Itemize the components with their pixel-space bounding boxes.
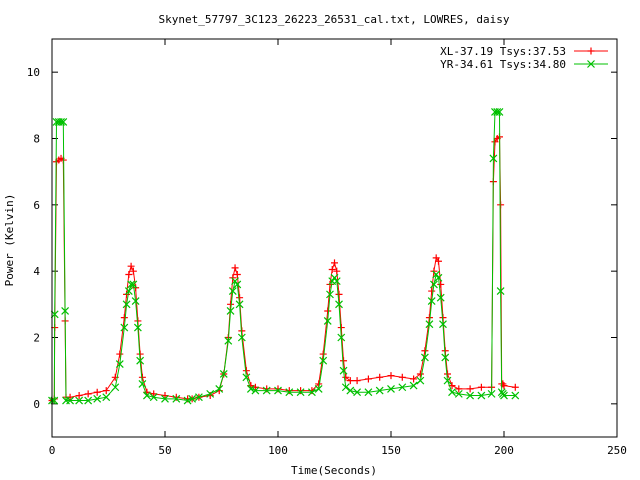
data-point bbox=[328, 266, 336, 274]
y-tick-label: 6 bbox=[33, 199, 40, 212]
data-point bbox=[342, 373, 350, 381]
data-point bbox=[125, 270, 133, 278]
x-tick-label: 200 bbox=[494, 444, 514, 457]
data-point bbox=[477, 383, 485, 391]
data-point bbox=[333, 267, 341, 275]
data-point bbox=[231, 264, 239, 272]
plot-area-frame bbox=[51, 38, 618, 438]
data-point bbox=[161, 392, 169, 400]
legend: XL-37.19 Tsys:37.53YR-34.61 Tsys:34.80 bbox=[440, 45, 608, 71]
data-point bbox=[116, 350, 124, 358]
data-point bbox=[335, 290, 343, 298]
data-point bbox=[233, 270, 241, 278]
data-point bbox=[499, 380, 507, 388]
y-tick-label: 10 bbox=[27, 66, 40, 79]
data-point bbox=[511, 383, 519, 391]
data-point bbox=[102, 387, 110, 395]
data-point bbox=[340, 357, 348, 365]
x-tick-label: 150 bbox=[381, 444, 401, 457]
data-point bbox=[497, 201, 505, 209]
x-axis-ticks: 0 50 100 150 200 250 bbox=[49, 39, 627, 457]
data-point bbox=[364, 375, 372, 383]
x-tick-label: 100 bbox=[268, 444, 288, 457]
data-point bbox=[353, 377, 361, 385]
legend-label: XL-37.19 Tsys:37.53 bbox=[440, 45, 566, 58]
data-point bbox=[421, 347, 429, 355]
data-point bbox=[387, 372, 395, 380]
data-point bbox=[324, 307, 332, 315]
data-point bbox=[346, 377, 354, 385]
data-point bbox=[376, 373, 384, 381]
data-point bbox=[410, 375, 418, 383]
data-point bbox=[120, 314, 128, 322]
y-axis-label: Power (Kelvin) bbox=[3, 194, 16, 287]
data-point bbox=[331, 259, 338, 267]
data-point bbox=[428, 287, 436, 295]
y-tick-label: 4 bbox=[33, 265, 40, 278]
data-point bbox=[587, 47, 595, 55]
x-axis-label: Time(Seconds) bbox=[291, 464, 377, 477]
x-tick-label: 50 bbox=[158, 444, 171, 457]
data-point bbox=[346, 386, 355, 395]
x-tick-label: 0 bbox=[49, 444, 56, 457]
data-point bbox=[466, 385, 474, 393]
x-tick-label: 250 bbox=[607, 444, 627, 457]
y-tick-label: 8 bbox=[33, 133, 40, 146]
chart-title: Skynet_57797_3C123_26223_26531_cal.txt, … bbox=[159, 13, 510, 26]
chart: Skynet_57797_3C123_26223_26531_cal.txt, … bbox=[3, 13, 627, 477]
data-point bbox=[437, 280, 445, 288]
data-point bbox=[93, 388, 101, 396]
data-point bbox=[448, 388, 456, 397]
data-point bbox=[398, 373, 406, 381]
y-tick-label: 2 bbox=[33, 332, 40, 345]
y-tick-label: 0 bbox=[33, 398, 40, 411]
legend-label: YR-34.61 Tsys:34.80 bbox=[440, 58, 566, 71]
data-point bbox=[84, 390, 92, 398]
series-layer bbox=[48, 108, 520, 405]
